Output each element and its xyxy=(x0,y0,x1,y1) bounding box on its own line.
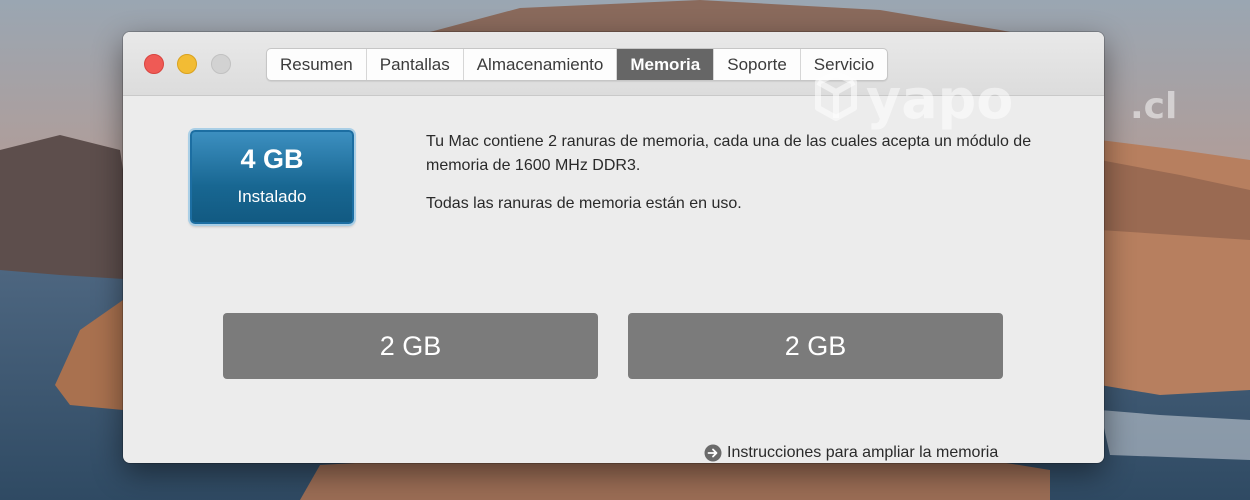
memory-upgrade-link[interactable]: Instrucciones para ampliar la memoria xyxy=(704,442,998,463)
memory-slot-1: 2 GB xyxy=(223,313,598,379)
memory-slot-2: 2 GB xyxy=(628,313,1003,379)
svg-text:yapo: yapo xyxy=(866,68,1013,131)
tab-soporte[interactable]: Soporte xyxy=(714,49,801,80)
tab-memoria[interactable]: Memoria xyxy=(617,49,715,80)
memory-slot-2-size: 2 GB xyxy=(784,330,847,361)
memory-panel: 4 GB Instalado Tu Mac contiene 2 ranuras… xyxy=(123,96,1104,463)
minimize-button[interactable] xyxy=(177,54,197,74)
memory-upgrade-link-label: Instrucciones para ampliar la memoria xyxy=(727,444,999,461)
memory-slot-1-size: 2 GB xyxy=(379,330,442,361)
installed-memory-badge: 4 GB Instalado xyxy=(190,130,354,224)
tab-resumen[interactable]: Resumen xyxy=(267,49,367,80)
installed-memory-label: Instalado xyxy=(237,187,307,206)
tab-pantallas[interactable]: Pantallas xyxy=(367,49,464,80)
installed-memory-amount: 4 GB xyxy=(240,144,304,174)
memory-info: Tu Mac contiene 2 ranuras de memoria, ca… xyxy=(426,130,1046,216)
arrow-right-circle-icon xyxy=(704,444,722,462)
tab-bar: Resumen Pantallas Almacenamiento Memoria… xyxy=(266,48,889,81)
zoom-button[interactable] xyxy=(211,54,231,74)
memory-slots-status: Todas las ranuras de memoria están en us… xyxy=(426,195,742,212)
close-button[interactable] xyxy=(144,54,164,74)
watermark-logo: yapo .cl xyxy=(815,68,1177,131)
tab-almacenamiento[interactable]: Almacenamiento xyxy=(464,49,618,80)
svg-text:.cl: .cl xyxy=(1130,86,1177,127)
